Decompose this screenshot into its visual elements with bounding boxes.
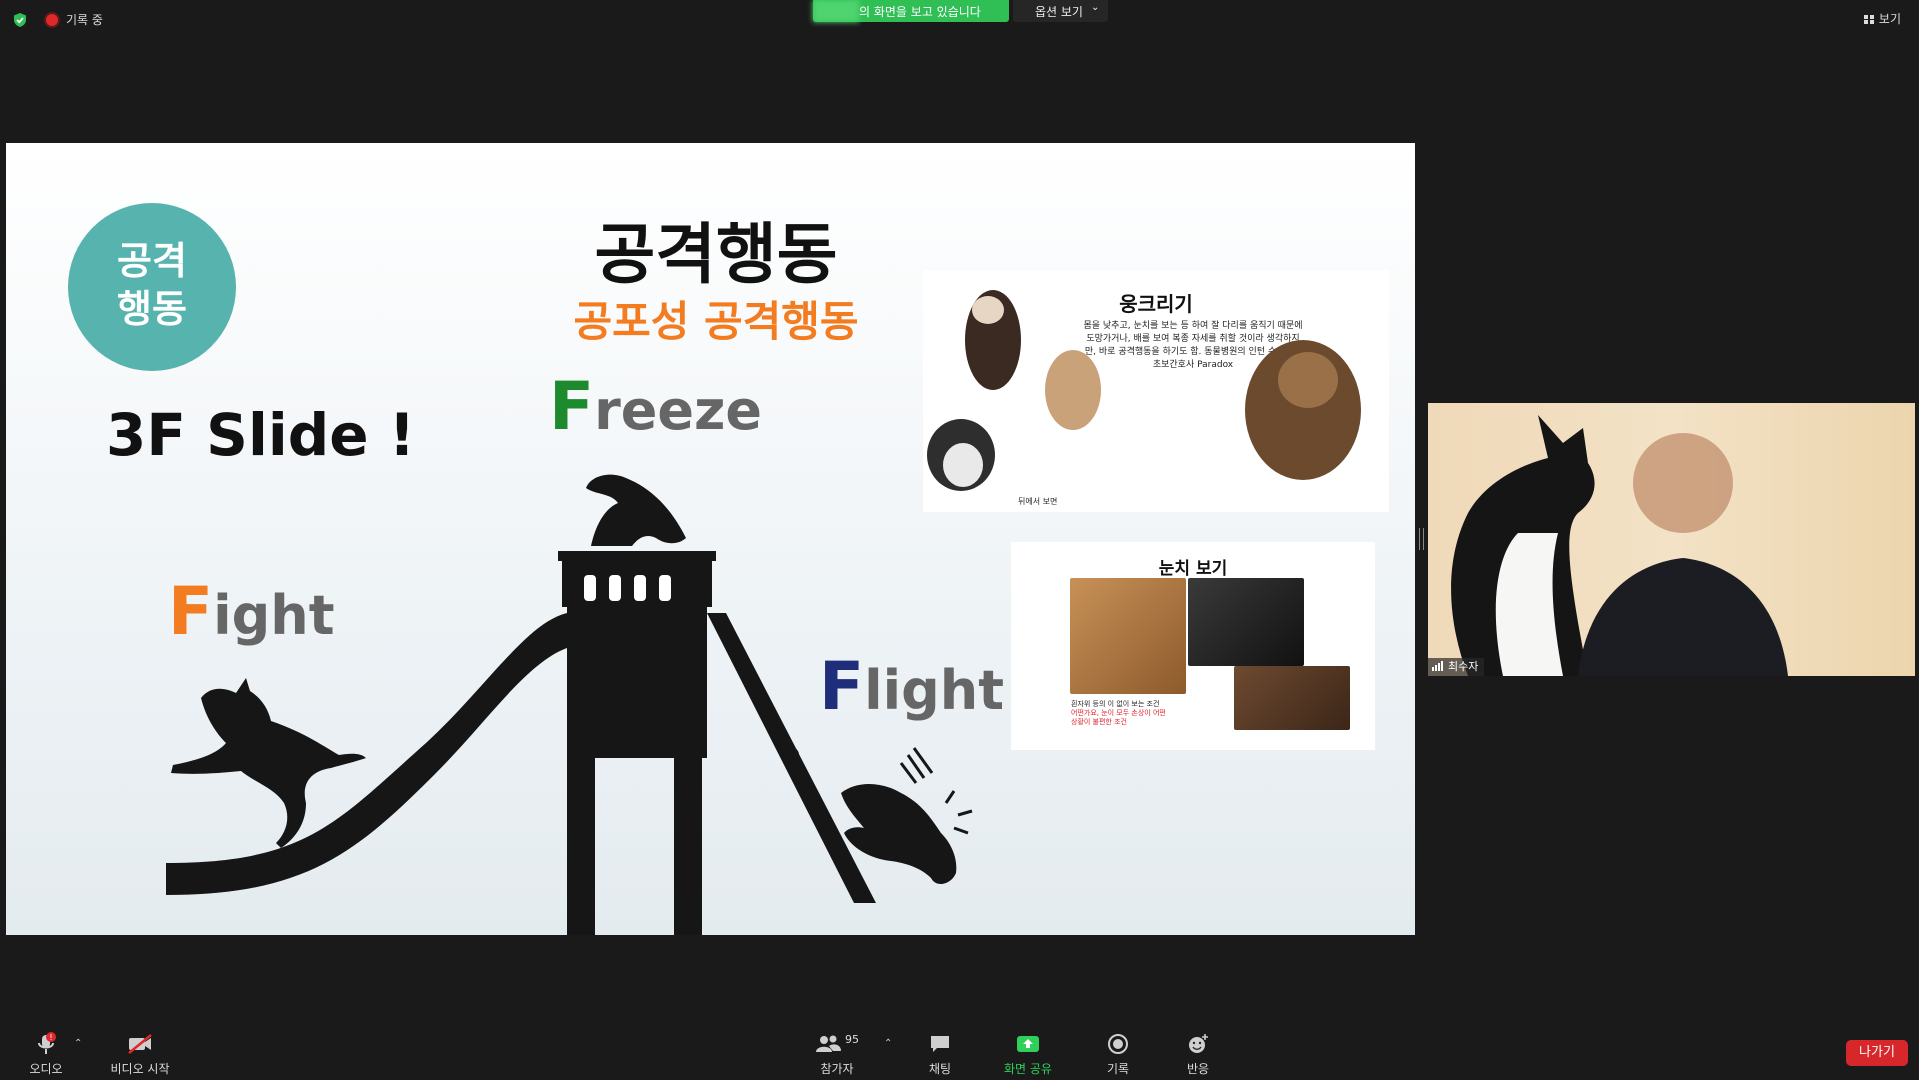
- fight-label: Fight: [168, 573, 335, 650]
- blurred-presenter-name: [813, 0, 859, 22]
- record-icon: [1108, 1034, 1128, 1054]
- crouching-dogs-card: 웅크리기 몸을 낮추고, 눈치를 보는 등 하여 잘 다리를 움직기 때문에 도…: [923, 270, 1389, 512]
- badge-line-1: 공격: [117, 239, 187, 283]
- reactions-button[interactable]: 반응: [1178, 1030, 1218, 1077]
- record-button[interactable]: 기록: [1098, 1030, 1138, 1077]
- flight-rest: light: [864, 659, 1005, 722]
- shared-screen-slide: 공격 행동 공격행동 공포성 공격행동 3F Slide ! Freeze Fig…: [6, 143, 1415, 935]
- badge-line-2: 행동: [117, 287, 187, 331]
- recording-indicator-icon: [46, 14, 58, 26]
- video-label: 비디오 시작: [110, 1062, 170, 1076]
- flight-label: Flight: [819, 648, 1004, 725]
- audio-options-caret-icon[interactable]: ⌃: [74, 1038, 82, 1049]
- participants-count: 95: [845, 1032, 859, 1046]
- chat-icon: [931, 1036, 949, 1052]
- eye-note-line-2: 어떤가요, 눈이 모두 손상이 어떤: [1071, 709, 1166, 717]
- fight-letter: F: [168, 573, 214, 650]
- eye-note-line-3: 상황이 불편한 조건: [1071, 718, 1127, 726]
- crouch-card-note: 뒤에서 보면: [1018, 497, 1058, 506]
- screen-share-banner: 의 화면을 보고 있습니다: [813, 0, 1009, 22]
- chevron-down-icon: ⌄: [1091, 2, 1100, 13]
- view-options-label: 옵션 보기: [1035, 5, 1083, 19]
- chat-button[interactable]: 채팅: [920, 1030, 960, 1077]
- slide-title: 공격행동: [594, 216, 838, 293]
- crouching-dogs-photo: [927, 290, 1361, 491]
- participant-name: 최수자: [1448, 660, 1479, 673]
- audio-label: 오디오: [29, 1062, 63, 1076]
- eye-card-note: 흰자위 등의 이 없이 보는 조건 어떤가요, 눈이 모두 손상이 어떤 상황이…: [1071, 700, 1191, 727]
- participant-video-tile[interactable]: 최수자: [1428, 403, 1915, 676]
- participants-options-caret-icon[interactable]: ⌃: [884, 1038, 892, 1049]
- freeze-letter: F: [549, 368, 595, 445]
- participant-name-tag: 최수자: [1428, 658, 1485, 676]
- share-screen-icon: [1017, 1036, 1039, 1052]
- start-video-button[interactable]: 비디오 시작: [104, 1030, 176, 1077]
- flight-letter: F: [819, 648, 865, 725]
- chat-label: 채팅: [928, 1062, 952, 1076]
- microphone-icon: !: [38, 1032, 56, 1054]
- eye-card-title: 눈치 보기: [1158, 559, 1228, 579]
- share-screen-button[interactable]: 화면 공유: [998, 1030, 1058, 1077]
- shield-icon[interactable]: [12, 12, 28, 28]
- freeze-label: Freeze: [549, 368, 762, 445]
- freeze-rest: reeze: [594, 379, 763, 442]
- video-off-icon: [128, 1034, 152, 1054]
- leave-meeting-button[interactable]: 나가기: [1846, 1040, 1908, 1066]
- audio-button[interactable]: ! 오디오: [24, 1030, 68, 1077]
- side-eye-card: 눈치 보기 흰자위 등의 이 없이 보는 조건 어떤가요, 눈이 모두 손상이 …: [1011, 542, 1375, 750]
- eye-note-line-1: 흰자위 등의 이 없이 보는 조건: [1071, 700, 1160, 708]
- dog-photo-3: [1234, 666, 1350, 730]
- signal-strength-icon: [1432, 661, 1444, 671]
- reaction-emoji-icon: [1189, 1034, 1208, 1053]
- share-banner-text: 의 화면을 보고 있습니다: [859, 5, 981, 19]
- freeze-dog-icon: [586, 474, 686, 546]
- topic-badge: 공격 행동: [68, 203, 236, 371]
- recording-label[interactable]: 기록 중: [66, 11, 103, 28]
- participants-label: 참가자: [820, 1062, 854, 1076]
- dog-photo-2: [1188, 578, 1304, 666]
- slide-label: 3F Slide !: [106, 401, 416, 469]
- grid-view-icon: [1863, 15, 1874, 24]
- participants-icon: [816, 1035, 841, 1052]
- view-options-button[interactable]: 옵션 보기 ⌄: [1013, 0, 1108, 22]
- slide-subtitle: 공포성 공격행동: [573, 297, 859, 346]
- participants-button[interactable]: 95 참가자: [812, 1030, 862, 1077]
- dog-photo-1: [1070, 578, 1186, 694]
- panel-resize-handle[interactable]: [1419, 528, 1424, 550]
- video-feed-image: [1451, 415, 1788, 676]
- view-button[interactable]: 보기: [1863, 10, 1901, 27]
- view-label: 보기: [1878, 12, 1901, 26]
- fight-rest: ight: [213, 584, 335, 647]
- share-screen-label: 화면 공유: [1004, 1062, 1052, 1076]
- record-label: 기록: [1106, 1062, 1130, 1076]
- reactions-label: 반응: [1186, 1062, 1210, 1076]
- audio-warning-badge: !: [49, 1033, 52, 1042]
